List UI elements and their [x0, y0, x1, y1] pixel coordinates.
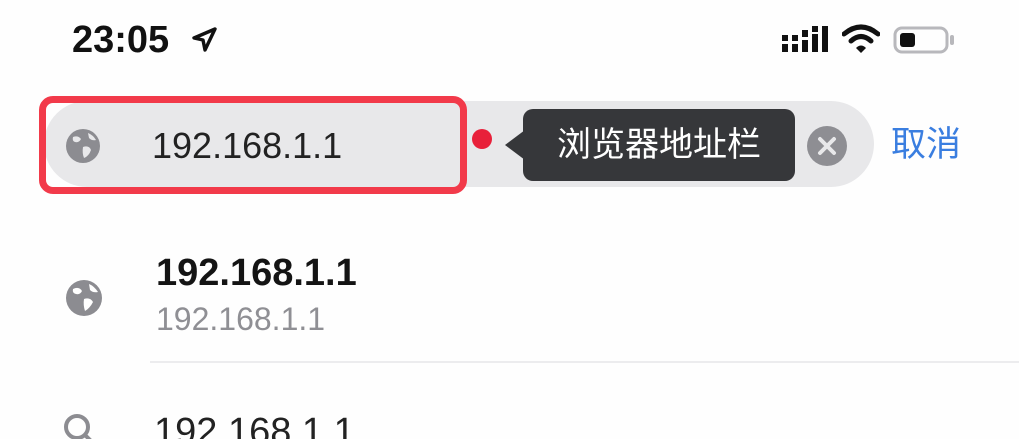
status-time: 23:05 [72, 19, 170, 61]
search-icon [64, 414, 92, 439]
search-suggestion-text: 192.168.1.1 [154, 411, 355, 439]
tooltip-arrow [505, 130, 525, 160]
battery-icon [893, 26, 954, 54]
clear-button[interactable] [807, 126, 847, 166]
annotation-tooltip: 浏览器地址栏 [523, 109, 795, 181]
suggestion-subtitle: 192.168.1.1 [156, 301, 326, 337]
globe-icon [66, 280, 102, 316]
cellular-signal-icon [782, 26, 828, 52]
suggestion-title: 192.168.1.1 [156, 252, 357, 294]
annotation-marker-dot [472, 129, 492, 149]
address-input[interactable] [152, 121, 432, 171]
location-arrow-icon [192, 27, 217, 52]
clear-icon [818, 137, 836, 155]
browser-screen: 23:05 浏览器地址栏 取消 [0, 0, 1019, 439]
suggestion-divider [150, 361, 1019, 363]
globe-icon [66, 129, 100, 163]
cancel-button[interactable]: 取消 [891, 120, 961, 170]
wifi-icon [842, 24, 880, 53]
